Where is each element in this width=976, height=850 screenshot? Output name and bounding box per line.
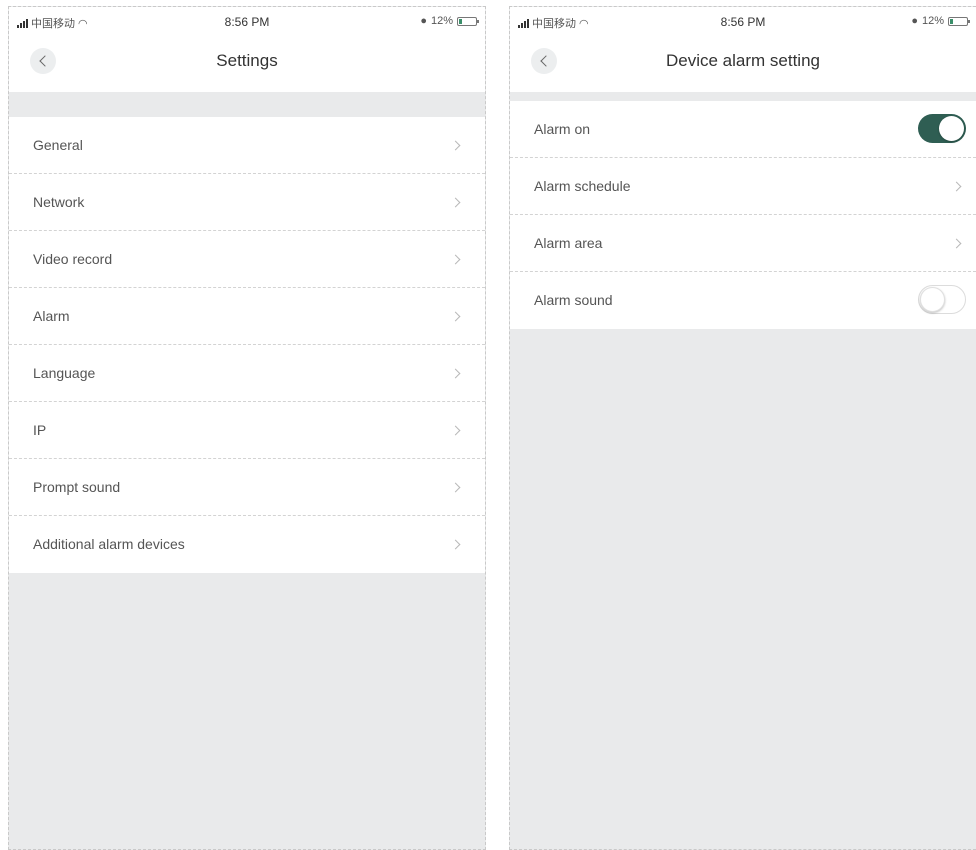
- chevron-right-icon: [951, 238, 962, 249]
- settings-item-label: Prompt sound: [33, 479, 121, 495]
- chevron-right-icon: [450, 140, 461, 151]
- settings-item-alarm[interactable]: Alarm: [9, 288, 485, 345]
- battery-icon: [948, 16, 970, 26]
- alarm-sound-row: Alarm sound: [510, 272, 976, 329]
- settings-item-label: Additional alarm devices: [33, 536, 185, 552]
- settings-item-prompt-sound[interactable]: Prompt sound: [9, 459, 485, 516]
- settings-screen: 中国移动 ◠ 8:56 PM ● 12% Settings General Ne…: [8, 6, 486, 850]
- alarm-sound-toggle[interactable]: [918, 285, 966, 314]
- alarm-on-label: Alarm on: [534, 121, 591, 137]
- status-time: 8:56 PM: [224, 15, 270, 29]
- settings-list: General Network Video record Alarm Langu…: [9, 117, 485, 573]
- settings-item-label: IP: [33, 422, 47, 438]
- battery-percent: 12%: [430, 15, 453, 27]
- settings-item-video-record[interactable]: Video record: [9, 231, 485, 288]
- battery-icon: [457, 16, 479, 26]
- page-title: Settings: [216, 51, 278, 70]
- alarm-schedule-label: Alarm schedule: [534, 178, 631, 194]
- chevron-right-icon: [450, 197, 461, 208]
- chevron-right-icon: [450, 368, 461, 379]
- alarm-clock-icon: ●: [420, 15, 427, 27]
- alarm-settings-list: Alarm on Alarm schedule Alarm area Alarm…: [510, 101, 976, 329]
- settings-item-language[interactable]: Language: [9, 345, 485, 402]
- chevron-right-icon: [951, 181, 962, 192]
- alarm-area-label: Alarm area: [534, 235, 603, 251]
- settings-item-general[interactable]: General: [9, 117, 485, 174]
- chevron-right-icon: [450, 311, 461, 322]
- chevron-right-icon: [450, 539, 461, 550]
- alarm-schedule-row[interactable]: Alarm schedule: [510, 158, 976, 215]
- device-alarm-setting-screen: 中国移动 ◠ 8:56 PM ● 12% Device alarm settin…: [509, 6, 976, 850]
- chevron-right-icon: [450, 254, 461, 265]
- nav-bar: Settings: [9, 37, 485, 92]
- alarm-clock-icon: ●: [911, 15, 918, 27]
- toggle-knob: [939, 116, 964, 141]
- settings-item-label: Video record: [33, 251, 113, 267]
- settings-item-label: Language: [33, 365, 96, 381]
- settings-item-label: Network: [33, 194, 85, 210]
- settings-item-network[interactable]: Network: [9, 174, 485, 231]
- nav-bar: Device alarm setting: [510, 37, 976, 92]
- status-time: 8:56 PM: [720, 15, 766, 29]
- settings-item-label: General: [33, 137, 83, 153]
- alarm-sound-label: Alarm sound: [534, 292, 613, 308]
- alarm-on-toggle[interactable]: [918, 114, 966, 143]
- settings-item-additional-alarm-devices[interactable]: Additional alarm devices: [9, 516, 485, 573]
- page-title: Device alarm setting: [665, 51, 820, 70]
- alarm-on-row: Alarm on: [510, 101, 976, 158]
- alarm-area-row[interactable]: Alarm area: [510, 215, 976, 272]
- chevron-right-icon: [450, 482, 461, 493]
- settings-item-ip[interactable]: IP: [9, 402, 485, 459]
- status-bar: 中国移动 ◠ 8:56 PM ● 12%: [510, 7, 976, 37]
- battery-percent: 12%: [921, 15, 944, 27]
- status-bar: 中国移动 ◠ 8:56 PM ● 12%: [9, 7, 485, 37]
- settings-item-label: Alarm: [33, 308, 70, 324]
- chevron-right-icon: [450, 425, 461, 436]
- toggle-knob: [920, 287, 945, 312]
